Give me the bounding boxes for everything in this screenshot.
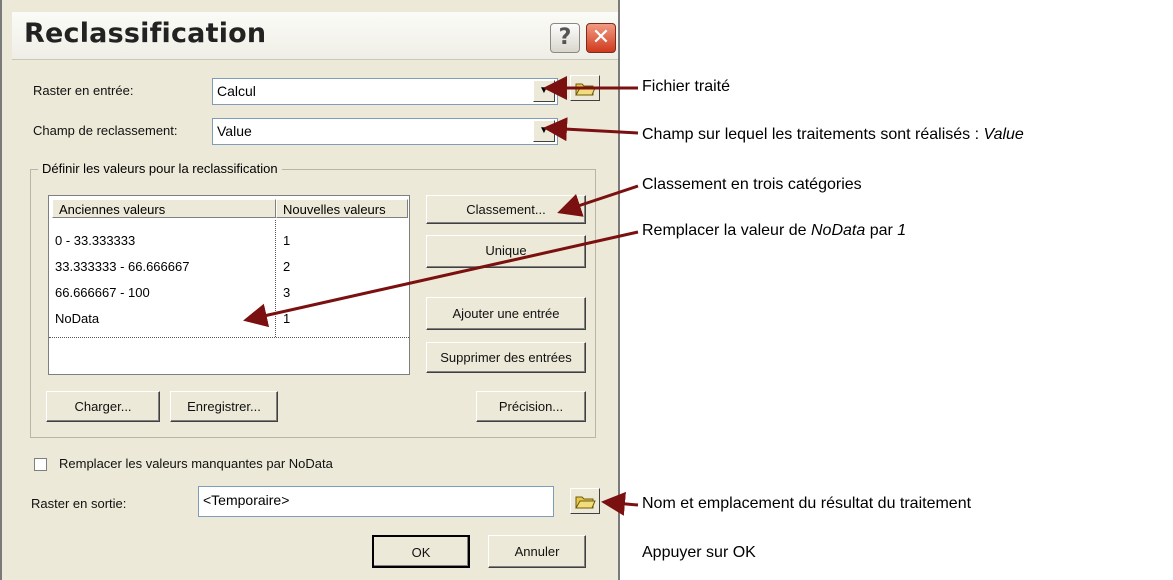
annotation-fichier: Fichier traité [642,78,731,95]
annotation-arrows [243,76,639,516]
annotation-ok: Appuyer sur OK [642,544,756,561]
annotation-sortie: Nom et emplacement du résultat du traite… [642,495,972,512]
annotation-nodata: Remplacer la valeur de NoData par 1 [642,222,907,239]
arrow-sortie [601,491,639,516]
annotation-champ: Champ sur lequel les traitements sont ré… [642,126,1024,143]
arrow-champ [543,117,639,142]
arrow-classement [557,184,639,217]
arrow-nodata [243,230,639,328]
annotation-classement: Classement en trois catégories [642,176,862,193]
